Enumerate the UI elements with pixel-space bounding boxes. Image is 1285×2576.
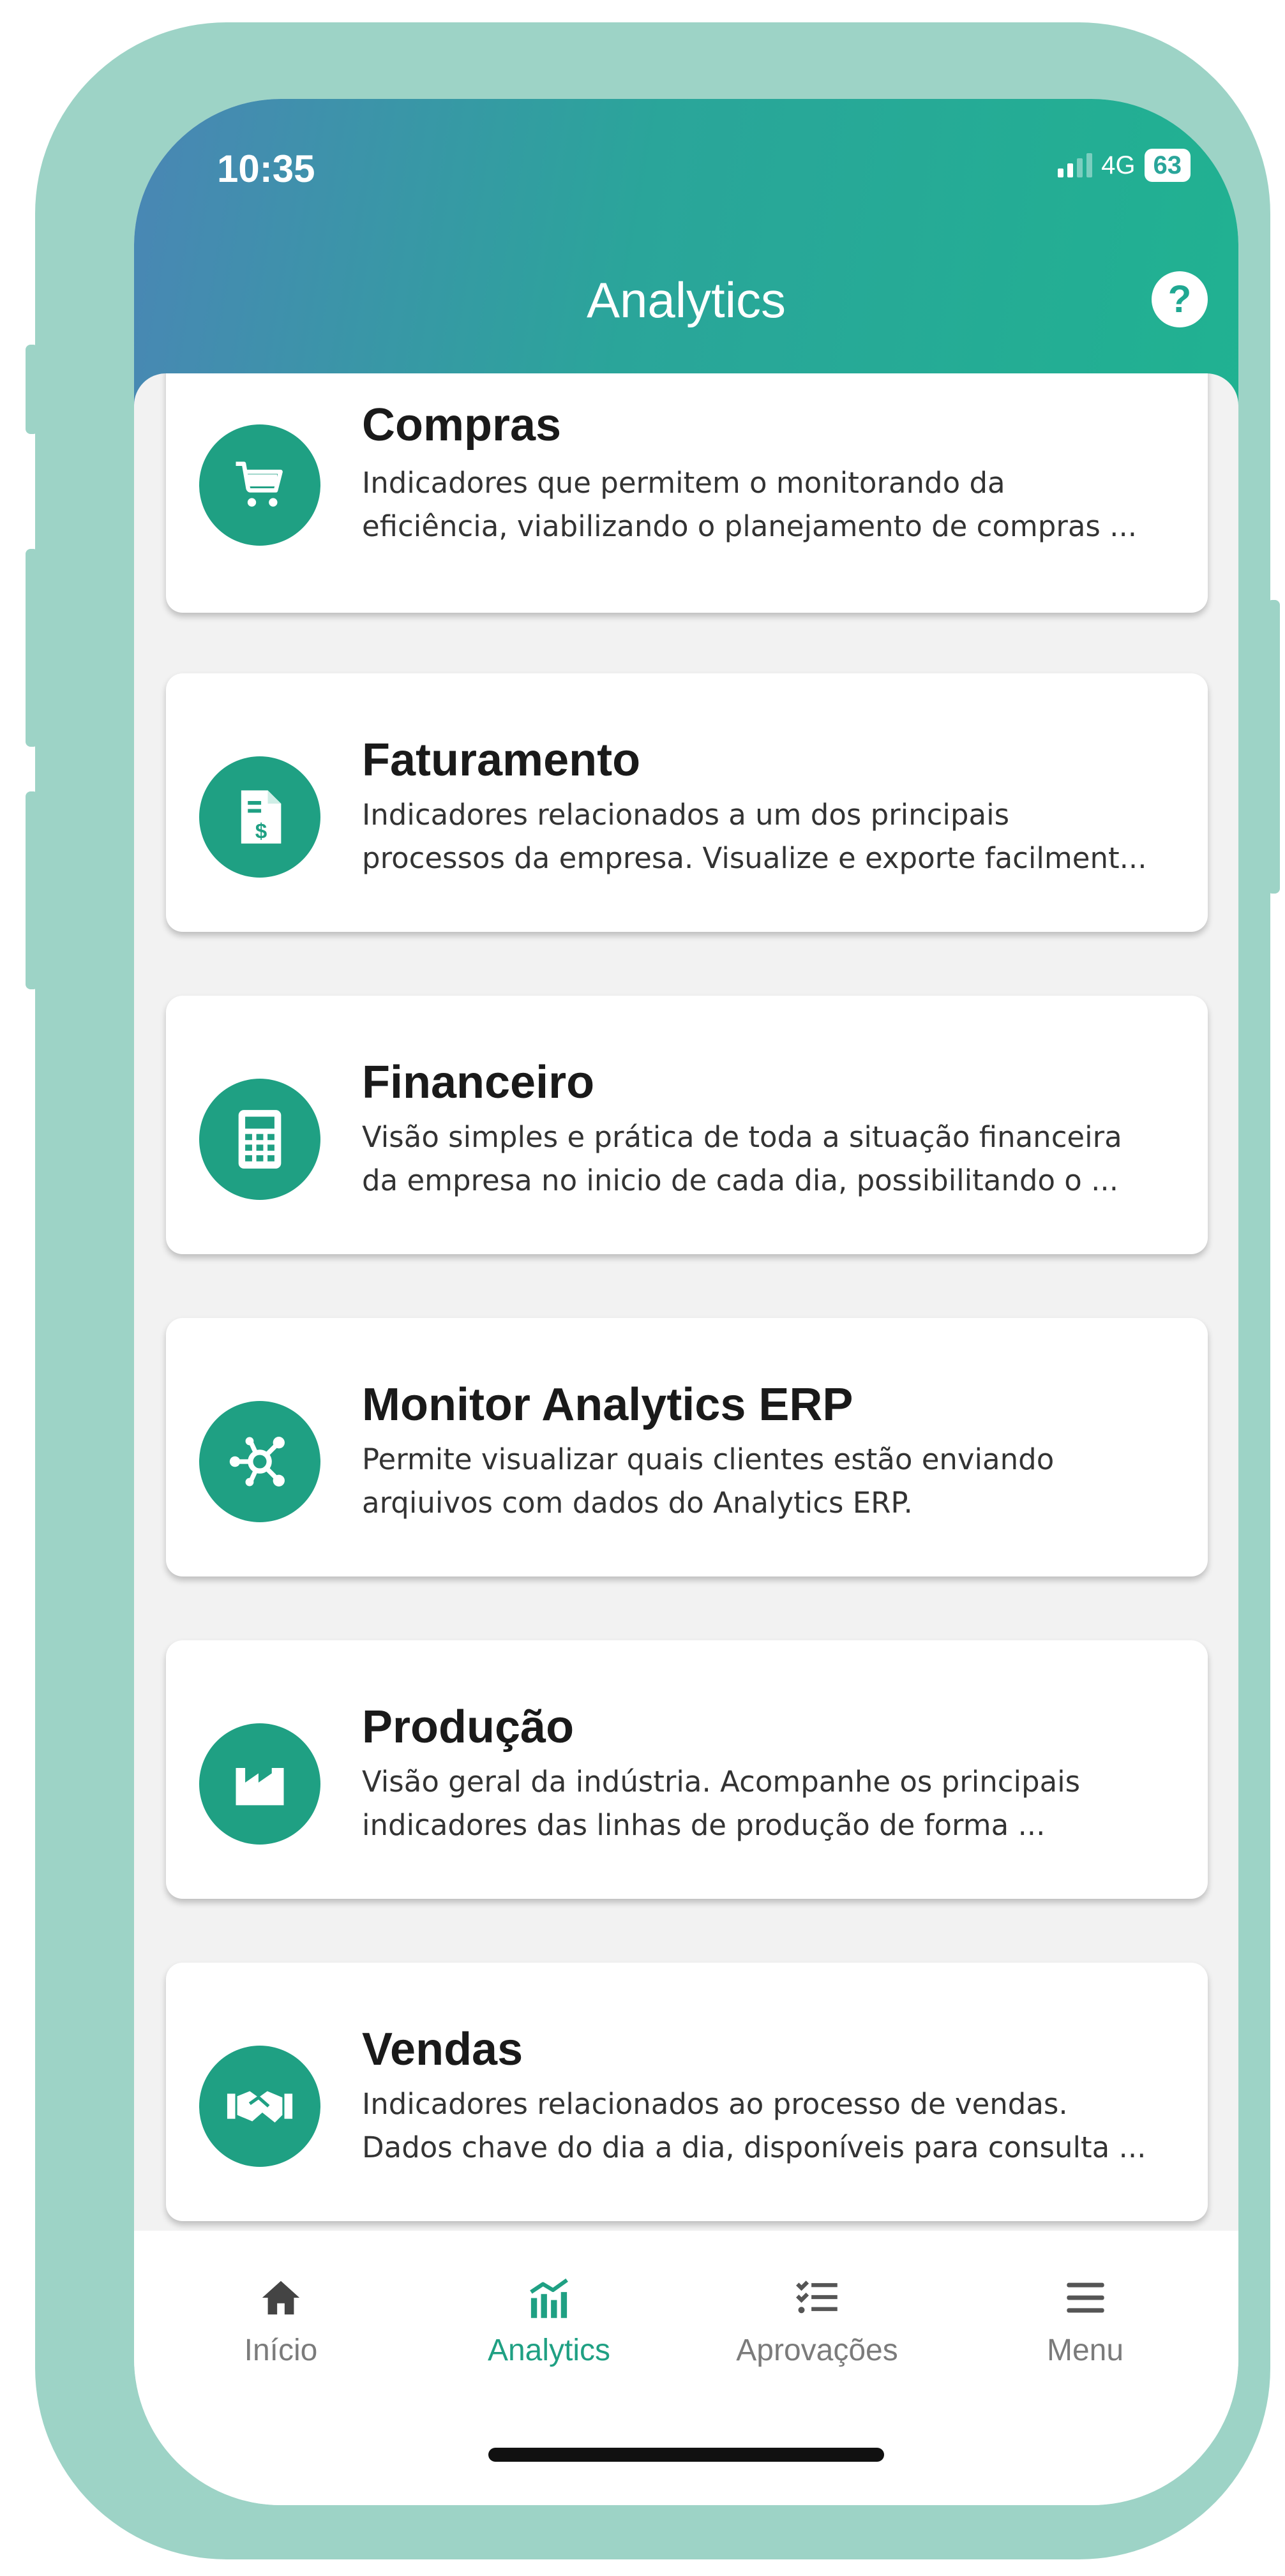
module-card-monitor-analytics-erp[interactable]: Monitor Analytics ERP Permite visualizar…: [166, 1318, 1208, 1576]
module-card-faturamento[interactable]: $ Faturamento Indicadores relacionados a…: [166, 673, 1208, 932]
svg-text:$: $: [255, 820, 267, 843]
nav-item-menu[interactable]: Menu: [989, 2269, 1181, 2368]
module-card-vendas[interactable]: Vendas Indicadores relacionados ao proce…: [166, 1963, 1208, 2221]
module-list[interactable]: Compras Indicadores que permitem o monit…: [134, 373, 1238, 2326]
module-description-line: Permite visualizar quais clientes estão …: [362, 1442, 1055, 1476]
nav-label: Aprovações: [736, 2333, 898, 2367]
module-description: Visão geral da indústria. Acompanhe os p…: [362, 1760, 1185, 1847]
invoice-icon: $: [199, 756, 320, 878]
hamburger-icon: [989, 2269, 1181, 2326]
module-description-line: Dados chave do dia a dia, disponíveis pa…: [362, 2130, 1146, 2164]
module-title: Faturamento: [362, 735, 641, 786]
module-description-line: arqiuivos com dados do Analytics ERP.: [362, 1486, 913, 1520]
module-card-producao[interactable]: Produção Visão geral da indústria. Acomp…: [166, 1640, 1208, 1899]
module-description-line: da empresa no inicio de cada dia, possib…: [362, 1164, 1119, 1197]
page-title: Analytics: [586, 272, 786, 328]
module-description-line: processos da empresa. Visualize e export…: [362, 841, 1147, 875]
nav-item-inicio[interactable]: Início: [185, 2269, 377, 2368]
nav-label: Analytics: [487, 2333, 611, 2367]
cart-icon: [199, 424, 320, 546]
module-title: Financeiro: [362, 1057, 595, 1108]
module-title: Compras: [362, 400, 562, 451]
nav-label: Início: [244, 2333, 318, 2367]
hub-icon: [199, 1401, 320, 1522]
module-description: Visão simples e prática de toda a situaç…: [362, 1116, 1185, 1202]
help-button[interactable]: ?: [1152, 271, 1208, 327]
status-indicators: 4G 63: [1058, 149, 1191, 182]
module-description-line: eficiência, viabilizando o planejamento …: [362, 509, 1138, 543]
nav-item-aprovacoes[interactable]: Aprovações: [721, 2269, 913, 2368]
phone-screen: 10:35 4G 63 Analytics ? Compras Indicado…: [134, 99, 1238, 2505]
analytics-icon: [453, 2269, 645, 2326]
module-title: Vendas: [362, 2024, 523, 2075]
network-type: 4G: [1101, 151, 1136, 179]
status-time: 10:35: [217, 147, 315, 190]
signal-icon: [1058, 153, 1093, 177]
factory-icon: [199, 1723, 320, 1845]
module-card-compras[interactable]: Compras Indicadores que permitem o monit…: [166, 373, 1208, 613]
module-title: Monitor Analytics ERP: [362, 1379, 853, 1430]
battery-icon: 63: [1144, 149, 1191, 182]
bottom-navigation: Início Analytics Aprovações Menu: [134, 2231, 1238, 2505]
module-description: Indicadores que permitem o monitorando d…: [362, 461, 1185, 548]
home-icon: [185, 2269, 377, 2326]
handshake-icon: [199, 2046, 320, 2167]
module-description-line: Indicadores relacionados ao processo de …: [362, 2087, 1068, 2121]
module-description-line: Visão geral da indústria. Acompanhe os p…: [362, 1765, 1081, 1799]
checklist-icon: [721, 2269, 913, 2326]
module-description-line: Indicadores relacionados a um dos princi…: [362, 798, 1010, 832]
device-frame: 10:35 4G 63 Analytics ? Compras Indicado…: [35, 22, 1270, 2559]
calculator-icon: [199, 1079, 320, 1200]
module-description-line: Indicadores que permitem o monitorando d…: [362, 466, 1005, 500]
module-card-financeiro[interactable]: Financeiro Visão simples e prática de to…: [166, 996, 1208, 1254]
module-description-line: indicadores das linhas de produção de fo…: [362, 1808, 1046, 1842]
module-description: Indicadores relacionados ao processo de …: [362, 2083, 1185, 2169]
nav-label: Menu: [1046, 2333, 1124, 2367]
home-indicator[interactable]: [488, 2448, 884, 2462]
module-title: Produção: [362, 1702, 575, 1753]
module-description: Indicadores relacionados a um dos princi…: [362, 793, 1185, 880]
nav-item-analytics[interactable]: Analytics: [453, 2269, 645, 2368]
module-description: Permite visualizar quais clientes estão …: [362, 1438, 1185, 1525]
module-description-line: Visão simples e prática de toda a situaç…: [362, 1120, 1122, 1154]
